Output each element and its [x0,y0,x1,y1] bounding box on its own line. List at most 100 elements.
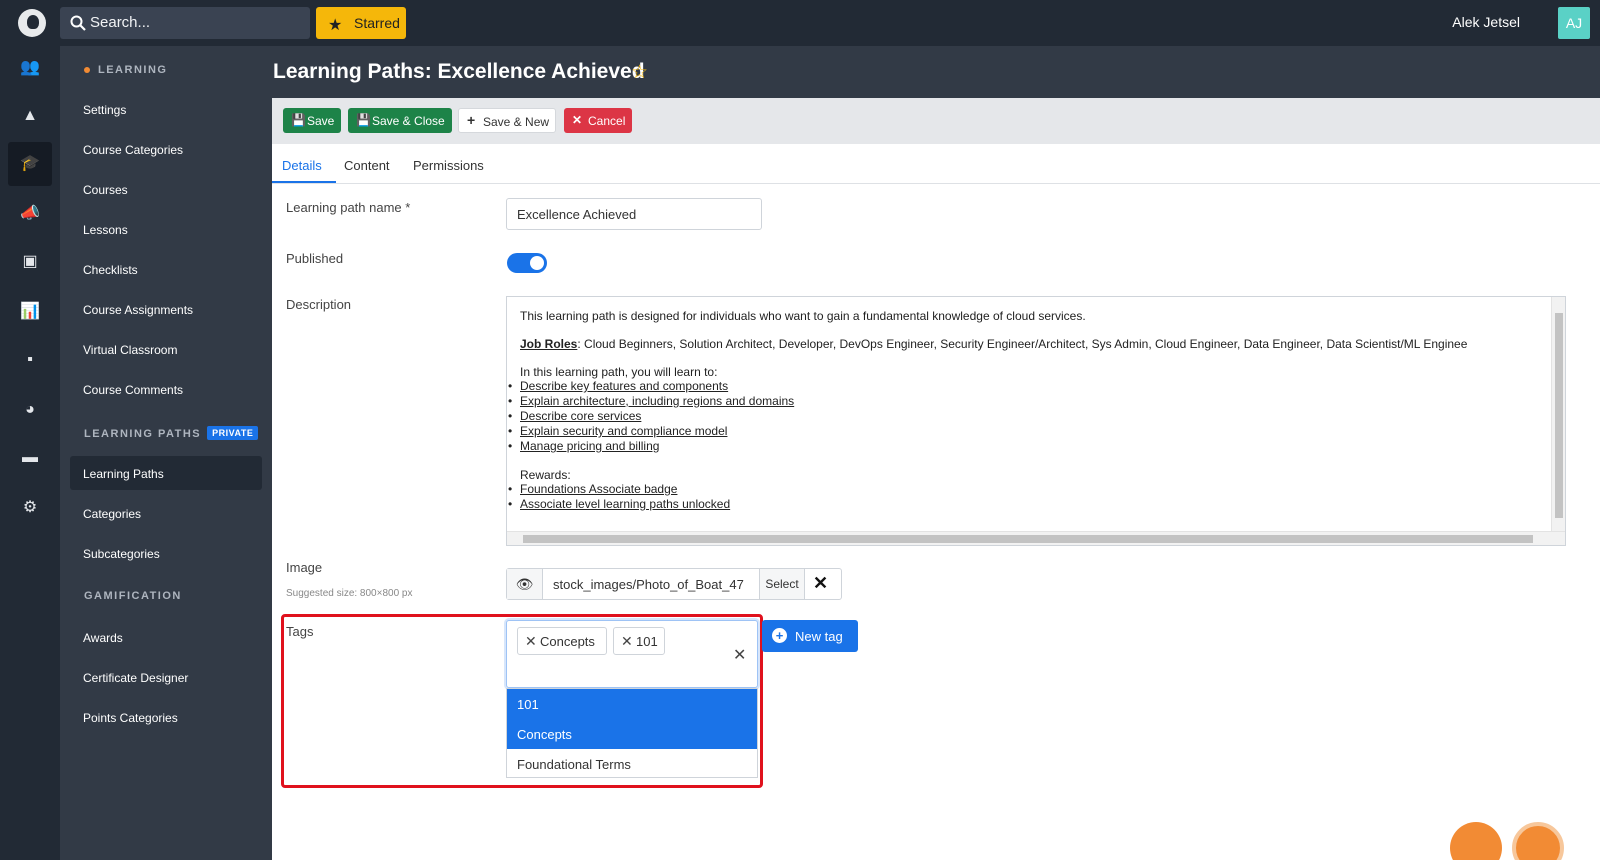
active-tab-indicator [272,181,336,183]
private-badge: PRIVATE [207,426,259,440]
tab-content[interactable]: Content [344,158,390,173]
job-roles-line: Job Roles: Cloud Beginners, Solution Arc… [520,337,1550,351]
sidebar-item-points-categories[interactable]: Points Categories [70,700,262,734]
starred-label: Starred [354,15,400,31]
job-roles-text: : Cloud Beginners, Solution Architect, D… [577,337,1468,351]
scrollbar-thumb[interactable] [523,535,1533,543]
scrollbar-thumb[interactable] [1555,313,1563,518]
description-intro: This learning path is designed for indiv… [520,309,1086,323]
sidebar-item-course-categories[interactable]: Course Categories [70,132,262,166]
tag-option-foundational-terms[interactable]: Foundational Terms [507,749,757,779]
plus-icon: + [467,112,476,128]
tag-chip-concepts[interactable]: ✕ Concepts [517,627,607,655]
help-widget-icon[interactable] [1512,822,1564,860]
description-content: This learning path is designed for indiv… [508,309,1550,526]
tag-option-concepts[interactable]: Concepts [507,719,757,749]
user-name[interactable]: Alek Jetsel [1452,14,1520,30]
favorite-star-icon[interactable]: ☆ [631,61,648,84]
close-icon: ✕ [572,113,583,127]
sidebar: LEARNING Settings Course Categories Cour… [60,46,272,860]
sidebar-item-course-comments[interactable]: Course Comments [70,372,262,406]
megaphone-icon[interactable]: 📣 [8,192,52,236]
comment-icon[interactable]: ▪ [8,338,52,382]
palette-icon[interactable]: ◕ [8,388,52,432]
description-editor[interactable]: This learning path is designed for indiv… [506,296,1566,546]
search-input[interactable]: Search... [60,7,310,39]
editor-horizontal-scrollbar[interactable] [507,531,1565,545]
learn-intro: In this learning path, you will learn to… [520,365,718,379]
sidebar-item-learning-paths[interactable]: Learning Paths [70,456,262,490]
new-tag-button[interactable]: + New tag [762,620,858,652]
tags-input[interactable]: ✕ Concepts ✕ 101 ✕ [506,620,758,688]
sidebar-item-lessons[interactable]: Lessons [70,212,262,246]
list-item: Associate level learning paths unlocked [508,497,1550,512]
cancel-button[interactable]: ✕ Cancel [564,108,632,133]
chart-icon[interactable]: 📊 [8,290,52,334]
save-close-button[interactable]: 💾 Save & Close [348,108,452,133]
sidebar-item-checklists[interactable]: Checklists [70,252,262,286]
sidebar-item-categories[interactable]: Categories [70,496,262,530]
users-icon[interactable]: 👥 [8,46,52,90]
list-item: Manage pricing and billing [508,439,1550,454]
tags-dropdown: 101 Concepts Foundational Terms [506,688,758,778]
sidebar-section-gamification: GAMIFICATION [84,590,182,602]
published-toggle[interactable] [507,253,547,273]
top-bar: Search... ★ Starred Alek Jetsel AJ [0,0,1600,46]
clear-tags-icon[interactable]: ✕ [733,645,746,665]
starred-button[interactable]: ★ Starred [316,7,406,39]
image-picker: 👁 stock_images/Photo_of_Boat_47 Select ✕ [506,568,842,600]
tab-bar: Details Content Permissions [272,144,1600,184]
eye-icon[interactable]: 👁 [507,569,543,599]
list-item: Foundations Associate badge [508,482,1550,497]
sidebar-item-course-assignments[interactable]: Course Assignments [70,292,262,326]
chat-widget-icon[interactable] [1450,822,1502,860]
image-size-hint: Suggested size: 800×800 px [286,588,413,599]
remove-tag-icon[interactable]: ✕ [621,633,633,650]
sidebar-item-courses[interactable]: Courses [70,172,262,206]
sidebar-item-virtual-classroom[interactable]: Virtual Classroom [70,332,262,366]
tab-permissions[interactable]: Permissions [413,158,484,173]
app-logo-icon[interactable] [18,9,46,37]
icon-rail: 👥 ▲ 🎓 📣 ▣ 📊 ▪ ◕ ▬ ⚙ [0,46,60,860]
tag-chip-101[interactable]: ✕ 101 [613,627,665,655]
save-button[interactable]: 💾 Save [283,108,341,133]
sidebar-item-certificate-designer[interactable]: Certificate Designer [70,660,262,694]
page-title: Learning Paths: Excellence Achieved [273,60,645,83]
description-label: Description [286,297,352,312]
floppy-icon: 💾 [356,113,371,127]
plus-circle-icon: + [772,628,787,643]
list-item: Explain security and compliance model [508,424,1550,439]
avatar[interactable]: AJ [1558,7,1590,39]
image-label: Image [286,560,323,575]
shapes-icon[interactable]: ▲ [8,94,52,138]
search-placeholder: Search... [90,14,151,31]
list-item: Describe core services [508,409,1550,424]
job-roles-label: Job Roles [520,337,578,351]
active-dot-icon [84,67,90,74]
tag-option-101[interactable]: 101 [507,689,757,719]
rewards-list: Foundations Associate badge Associate le… [508,482,1550,512]
star-icon: ★ [328,17,343,34]
money-icon[interactable]: ▣ [8,240,52,284]
tab-details[interactable]: Details [282,158,322,173]
save-new-button[interactable]: + Save & New [458,108,556,133]
image-path-field[interactable]: stock_images/Photo_of_Boat_47 [553,577,753,592]
image-select-button[interactable]: Select [759,569,805,599]
main-panel: 💾 Save 💾 Save & Close + Save & New ✕ Cancel … [272,98,1600,860]
graduation-cap-icon[interactable]: 🎓 [8,142,52,186]
name-input[interactable]: Excellence Achieved [506,198,762,230]
editor-vertical-scrollbar[interactable] [1551,297,1565,533]
list-item: Explain architecture, including regions … [508,394,1550,409]
search-icon [70,15,86,31]
sidebar-section-learning-paths: LEARNING PATHS PRIVATE [84,426,259,440]
sidebar-item-subcategories[interactable]: Subcategories [70,536,262,570]
sidebar-item-awards[interactable]: Awards [70,620,262,654]
sidebar-item-settings[interactable]: Settings [70,92,262,126]
tags-label: Tags [286,624,314,639]
floppy-icon: 💾 [291,113,306,127]
gear-icon[interactable]: ⚙ [8,486,52,530]
image-clear-icon[interactable]: ✕ [813,573,828,594]
window-icon[interactable]: ▬ [8,436,52,480]
remove-tag-icon[interactable]: ✕ [525,633,537,650]
rewards-label: Rewards: [520,468,571,482]
